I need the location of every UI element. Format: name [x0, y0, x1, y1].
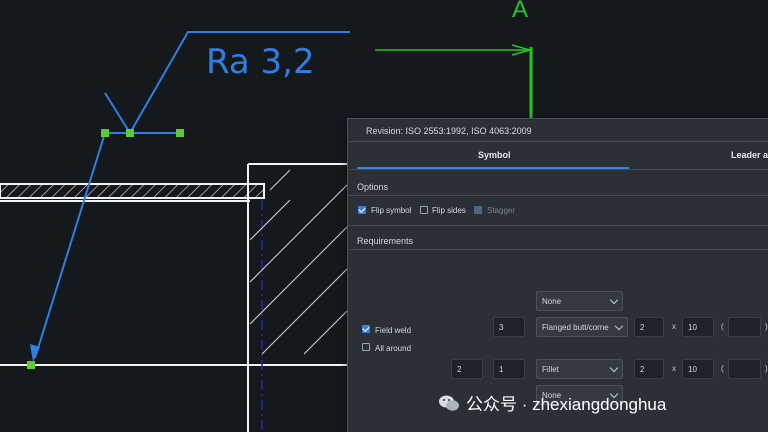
weld-symbol-panel: Revision: ISO 2553:1992, ISO 4063:2009 S… — [347, 118, 768, 432]
weld-length-field[interactable]: 10 — [682, 317, 714, 337]
grip-handle[interactable] — [27, 361, 35, 369]
flip-symbol-checkbox[interactable] — [358, 206, 366, 214]
weld-type-dropdown[interactable]: Flanged butt/corne — [536, 317, 628, 337]
part-geometry — [0, 163, 348, 432]
divider — [348, 141, 768, 142]
lower-weld-length-field[interactable]: 10 — [682, 359, 714, 379]
grip-handle[interactable] — [126, 129, 134, 137]
chevron-down-icon — [609, 363, 619, 372]
all-around-label: All around — [375, 344, 412, 353]
weld-count-field[interactable]: 3 — [493, 317, 525, 337]
lower-weld-size-field[interactable]: 2 — [634, 359, 664, 379]
stagger-label: Stagger — [487, 206, 516, 215]
all-around-checkbox[interactable] — [362, 343, 370, 351]
lower-weld-pitch-field[interactable] — [728, 359, 761, 379]
lower-weld-type-dropdown[interactable]: Fillet — [536, 359, 623, 379]
divider — [348, 195, 768, 196]
weld-pitch-field[interactable] — [728, 317, 761, 337]
revision-label: Revision: ISO 2553:1992, ISO 4063:2009 — [366, 126, 532, 136]
flip-sides-label: Flip sides — [432, 206, 466, 215]
section-label: A — [512, 0, 528, 23]
flip-symbol-label: Flip symbol — [371, 206, 412, 215]
field-weld-label: Field weld — [375, 326, 412, 335]
hatched-plate — [0, 183, 265, 199]
upper-symbol-dropdown[interactable]: None — [536, 291, 623, 311]
tab-symbol[interactable]: Symbol — [478, 150, 511, 160]
divider — [348, 249, 768, 250]
field-weld-checkbox[interactable] — [362, 325, 370, 333]
open-paren: ( — [721, 364, 724, 373]
requirements-heading: Requirements — [357, 236, 414, 246]
chevron-down-icon — [609, 295, 619, 304]
divider — [348, 225, 768, 226]
flip-sides-checkbox[interactable] — [420, 206, 428, 214]
weld-size-field[interactable]: 2 — [634, 317, 664, 337]
options-heading: Options — [357, 182, 389, 192]
cad-viewport[interactable]: A Ra 3,2 Revision: ISO 2553:1992, ISO 40… — [0, 0, 768, 432]
wechat-icon — [439, 395, 459, 411]
roughness-label: Ra 3,2 — [206, 42, 315, 82]
tab-leader[interactable]: Leader a — [731, 150, 768, 160]
grip-handle[interactable] — [176, 129, 184, 137]
close-paren: ) — [765, 364, 768, 373]
weld-type-value: Flanged butt/corne — [542, 322, 609, 332]
stagger-checkbox — [474, 206, 482, 214]
weld-b-field[interactable]: 1 — [493, 359, 525, 379]
times-symbol: x — [672, 364, 676, 373]
watermark: 公众号 · zhexiangdonghua — [438, 390, 666, 415]
upper-symbol-value: None — [542, 296, 562, 306]
section-marker: A — [375, 0, 533, 120]
times-symbol: x — [672, 322, 676, 331]
divider — [348, 169, 768, 170]
lower-weld-type-value: Fillet — [542, 364, 559, 374]
weld-a-field[interactable]: 2 — [451, 359, 483, 379]
chevron-down-icon — [615, 321, 624, 330]
grip-handle[interactable] — [101, 129, 109, 137]
watermark-text: 公众号 · zhexiangdonghua — [466, 395, 667, 414]
open-paren: ( — [721, 322, 724, 331]
close-paren: ) — [765, 322, 768, 331]
